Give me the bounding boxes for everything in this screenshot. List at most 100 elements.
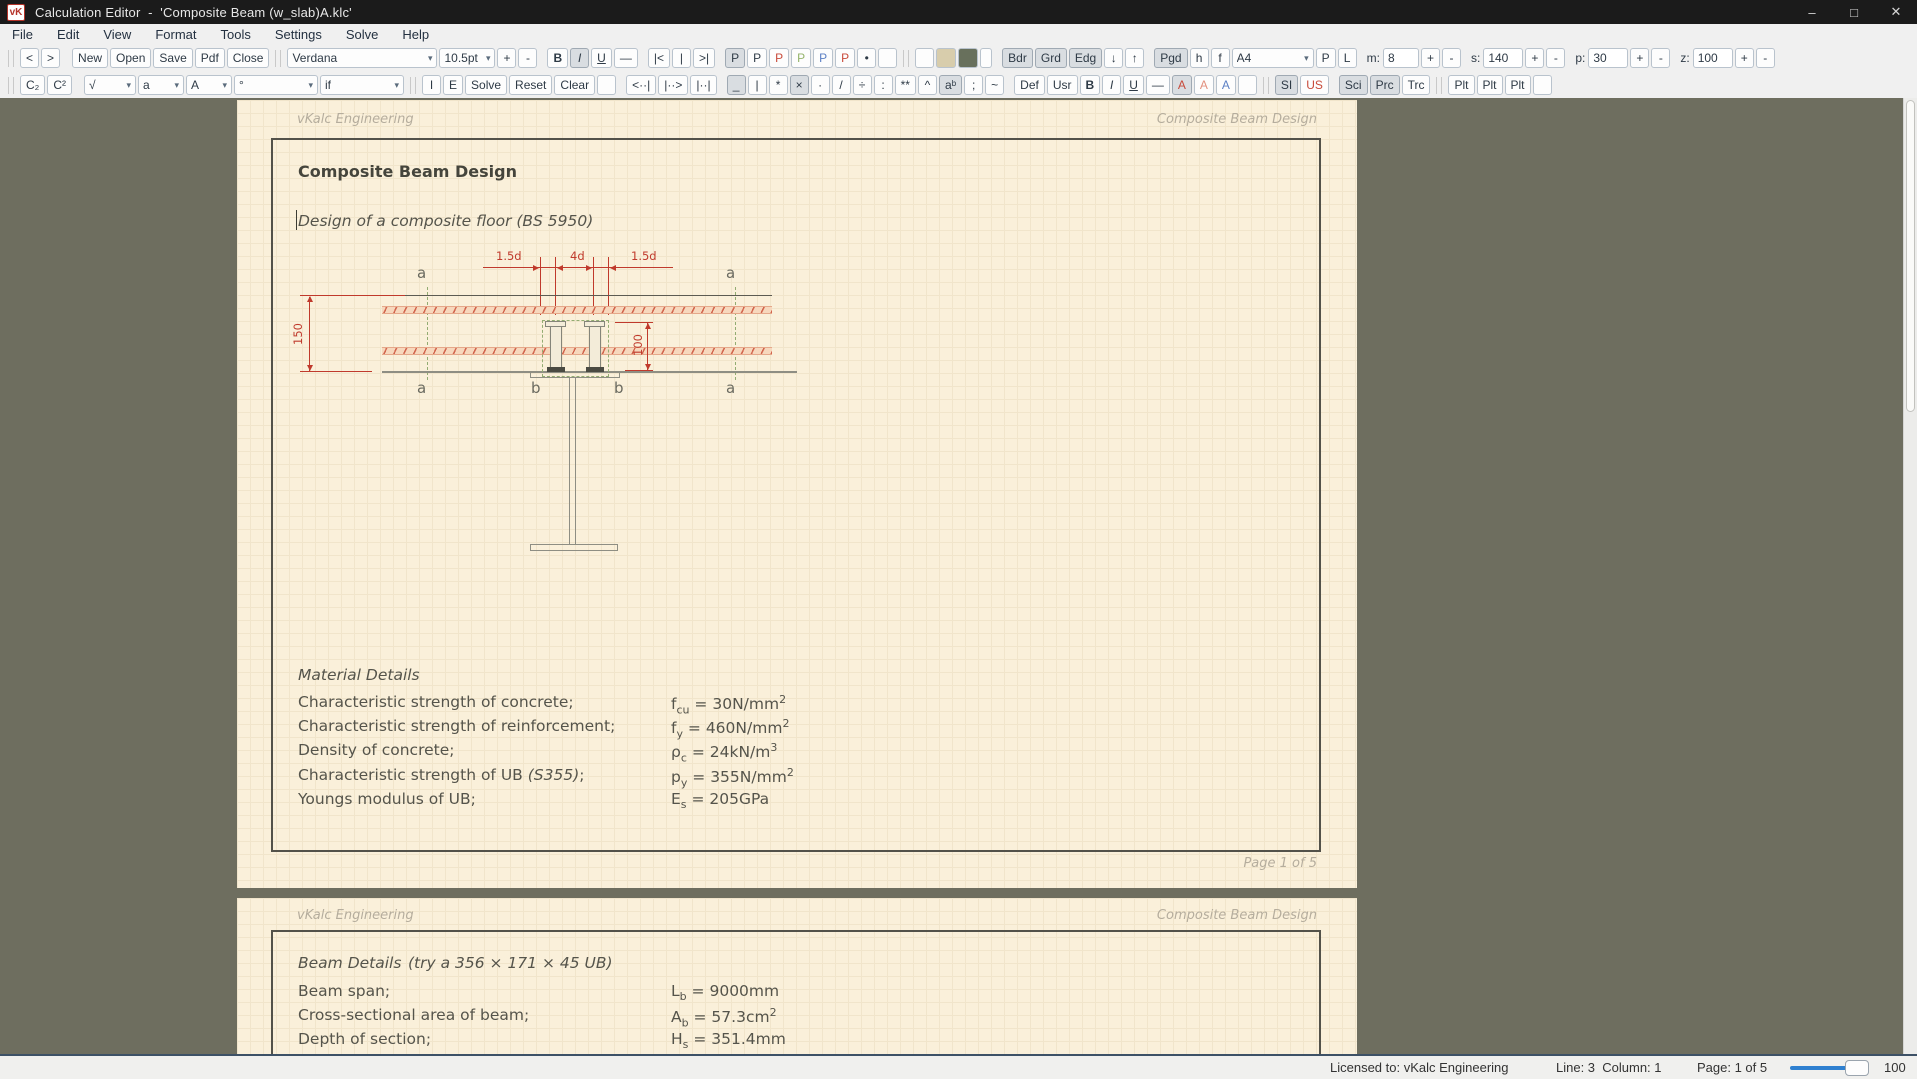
trace-button[interactable]: Trc — [1402, 75, 1431, 95]
blank-button-2[interactable] — [980, 48, 992, 68]
menu-tools[interactable]: Tools — [208, 27, 262, 42]
multiply-button[interactable]: × — [790, 75, 809, 95]
padding-decrease-button[interactable]: - — [1651, 48, 1670, 68]
font-size-combo[interactable]: 10.5pt▾ — [439, 48, 495, 68]
pipe-button[interactable]: | — [748, 75, 767, 95]
spacing-increase-button[interactable]: + — [1525, 48, 1544, 68]
border-button[interactable]: Bdr — [1002, 48, 1033, 68]
slash-button[interactable]: / — [832, 75, 851, 95]
align-right-button[interactable]: >| — [693, 48, 715, 68]
padding-increase-button[interactable]: + — [1630, 48, 1649, 68]
greek-combo[interactable]: a▾ — [138, 75, 184, 95]
para-style-3-button[interactable]: P — [769, 48, 789, 68]
superscript-button[interactable]: aᵇ — [939, 75, 962, 95]
subscript-button[interactable]: _ — [727, 75, 746, 95]
blank-button-1[interactable] — [878, 48, 897, 68]
pdf-button[interactable]: Pdf — [195, 48, 225, 68]
spacing-decrease-button[interactable]: - — [1546, 48, 1565, 68]
plot-2-button[interactable]: Plt — [1477, 75, 1503, 95]
header-button[interactable]: h — [1190, 48, 1209, 68]
para-style-4-button[interactable]: P — [791, 48, 811, 68]
edge-button[interactable]: Edg — [1069, 48, 1102, 68]
text-color-red-button[interactable]: A — [1172, 75, 1192, 95]
text-color-orange-button[interactable]: A — [1194, 75, 1214, 95]
forward-button[interactable]: > — [41, 48, 60, 68]
highlight-none-button[interactable] — [915, 48, 934, 68]
align-center-button[interactable]: | — [672, 48, 691, 68]
power-button[interactable]: ** — [895, 75, 916, 95]
user-button[interactable]: Usr — [1047, 75, 1078, 95]
margin-decrease-button[interactable]: - — [1442, 48, 1461, 68]
minimize-button[interactable]: – — [1791, 0, 1833, 24]
function-combo[interactable]: if▾ — [320, 75, 404, 95]
plot-1-button[interactable]: Plt — [1448, 75, 1474, 95]
cursor-right-button[interactable]: |··> — [658, 75, 688, 95]
precision-button[interactable]: Prc — [1370, 75, 1400, 95]
para-style-1-button[interactable]: P — [725, 48, 745, 68]
colon-button[interactable]: : — [874, 75, 893, 95]
us-units-button[interactable]: US — [1300, 75, 1329, 95]
math-italic-button[interactable]: I — [1102, 75, 1121, 95]
math-strike-button[interactable]: — — [1146, 75, 1170, 95]
menu-format[interactable]: Format — [143, 27, 208, 42]
blank-button-5[interactable] — [1533, 75, 1552, 95]
solve-button[interactable]: Solve — [465, 75, 507, 95]
dot-operator-button[interactable]: · — [811, 75, 830, 95]
menu-settings[interactable]: Settings — [263, 27, 334, 42]
margin-input[interactable] — [1383, 48, 1419, 68]
highlight-olive-swatch[interactable] — [958, 48, 978, 68]
plot-3-button[interactable]: Plt — [1505, 75, 1531, 95]
save-button[interactable]: Save — [153, 48, 192, 68]
para-style-5-button[interactable]: P — [813, 48, 833, 68]
font-family-combo[interactable]: Verdana▾ — [287, 48, 437, 68]
highlight-beige-swatch[interactable] — [936, 48, 956, 68]
menu-edit[interactable]: Edit — [45, 27, 91, 42]
spacing-input[interactable] — [1483, 48, 1523, 68]
asterisk-button[interactable]: * — [769, 75, 788, 95]
insert-i-button[interactable]: I — [422, 75, 441, 95]
paper-size-combo[interactable]: A4▾ — [1232, 48, 1314, 68]
insert-e-button[interactable]: E — [443, 75, 463, 95]
para-style-2-button[interactable]: P — [747, 48, 767, 68]
math-bold-button[interactable]: B — [1080, 75, 1101, 95]
si-units-button[interactable]: SI — [1275, 75, 1298, 95]
tilde-button[interactable]: ~ — [985, 75, 1004, 95]
root-combo[interactable]: √▾ — [84, 75, 136, 95]
new-button[interactable]: New — [72, 48, 108, 68]
divide-button[interactable]: ÷ — [853, 75, 872, 95]
grid-button[interactable]: Grd — [1035, 48, 1067, 68]
caret-button[interactable]: ^ — [918, 75, 937, 95]
text-color-blue-button[interactable]: A — [1216, 75, 1236, 95]
open-button[interactable]: Open — [110, 48, 151, 68]
blank-button-4[interactable] — [1238, 75, 1257, 95]
strikethrough-button[interactable]: — — [614, 48, 638, 68]
c-superscript-button[interactable]: C² — [47, 75, 72, 95]
menu-file[interactable]: File — [0, 27, 45, 42]
landscape-button[interactable]: L — [1338, 48, 1357, 68]
cursor-select-button[interactable]: |··| — [690, 75, 716, 95]
menu-view[interactable]: View — [91, 27, 143, 42]
c-subscript-button[interactable]: C₂ — [20, 75, 45, 95]
footer-button[interactable]: f — [1211, 48, 1230, 68]
portrait-button[interactable]: P — [1316, 48, 1336, 68]
zoom-slider-handle[interactable] — [1845, 1060, 1869, 1076]
reset-button[interactable]: Reset — [509, 75, 552, 95]
margin-increase-button[interactable]: + — [1421, 48, 1440, 68]
back-button[interactable]: < — [20, 48, 39, 68]
zoom-decrease-button[interactable]: - — [1756, 48, 1775, 68]
letter-combo[interactable]: A▾ — [186, 75, 232, 95]
padding-input[interactable] — [1588, 48, 1628, 68]
blank-button-3[interactable] — [597, 75, 616, 95]
maximize-button[interactable]: □ — [1833, 0, 1875, 24]
page-divider-button[interactable]: Pgd — [1154, 48, 1187, 68]
close-window-button[interactable]: ✕ — [1875, 0, 1917, 24]
menu-solve[interactable]: Solve — [334, 27, 391, 42]
vertical-scrollbar-thumb[interactable] — [1906, 100, 1915, 412]
document-page-2[interactable]: vKalc Engineering Composite Beam Design … — [237, 898, 1357, 1054]
font-decrease-button[interactable]: - — [518, 48, 537, 68]
close-button[interactable]: Close — [227, 48, 270, 68]
bullet-button[interactable]: • — [857, 48, 876, 68]
move-down-button[interactable]: ↓ — [1104, 48, 1123, 68]
font-increase-button[interactable]: + — [497, 48, 516, 68]
menu-help[interactable]: Help — [390, 27, 441, 42]
